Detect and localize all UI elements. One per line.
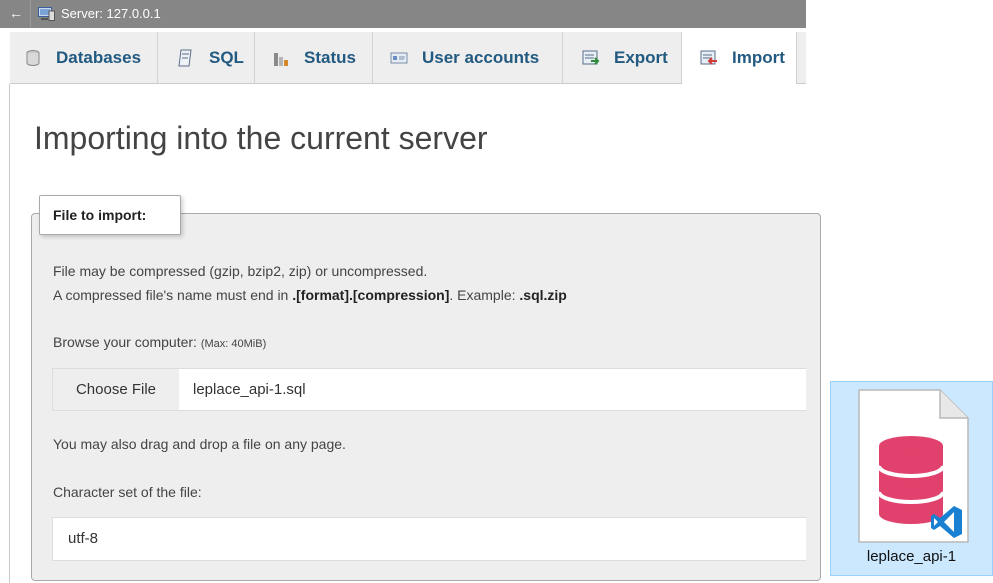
server-icon	[38, 7, 55, 21]
compression-naming-hint: A compressed file's name must end in .[f…	[53, 286, 567, 304]
tab-label: Import	[732, 48, 785, 67]
compression-info: File may be compressed (gzip, bzip2, zip…	[53, 263, 428, 279]
tab-label: Export	[614, 47, 668, 67]
user-accounts-icon	[390, 52, 408, 63]
export-icon	[582, 50, 600, 65]
main-tabs: Databases SQL Status User accounts Expor…	[10, 32, 806, 84]
back-arrow-icon[interactable]: ←	[9, 5, 23, 21]
tab-label: Status	[304, 47, 356, 67]
database-icon	[26, 49, 40, 66]
divider	[9, 84, 10, 583]
tab-import[interactable]: Import	[682, 32, 797, 84]
status-chart-icon	[274, 52, 288, 66]
file-input[interactable]: Choose File leplace_api-1.sql	[52, 368, 806, 411]
tab-export[interactable]: Export	[563, 32, 682, 83]
tab-label: User accounts	[422, 47, 540, 67]
desktop-file-item[interactable]: leplace_api-1	[830, 381, 993, 576]
hint-text: A compressed file's name must end in	[53, 287, 293, 303]
page-title: Importing into the current server	[34, 120, 488, 156]
choose-file-button[interactable]: Choose File	[53, 369, 179, 410]
drag-drop-hint: You may also drag and drop a file on any…	[53, 436, 346, 452]
charset-label: Character set of the file:	[53, 484, 202, 500]
chosen-file-name: leplace_api-1.sql	[193, 381, 306, 398]
hint-text: . Example:	[449, 287, 520, 303]
tab-sql[interactable]: SQL	[158, 32, 255, 83]
example-extension: .sql.zip	[519, 287, 567, 303]
server-breadcrumb-bar: ← Server: 127.0.0.1	[0, 0, 806, 28]
desktop-file-label: leplace_api-1	[866, 548, 957, 565]
tab-status[interactable]: Status	[255, 32, 373, 83]
fieldset-legend: File to import:	[39, 195, 181, 235]
format-pattern: .[format].[compression]	[292, 287, 450, 303]
browse-label: Browse your computer: (Max: 40MiB)	[53, 333, 266, 353]
tab-databases[interactable]: Databases	[10, 32, 158, 83]
browse-label-text: Browse your computer:	[53, 334, 201, 350]
tab-user-accounts[interactable]: User accounts	[373, 32, 563, 83]
divider	[30, 0, 31, 28]
import-icon	[700, 50, 717, 65]
database-file-icon	[858, 389, 969, 543]
charset-select[interactable]: utf-8	[52, 517, 806, 561]
max-size: (Max: 40MiB)	[200, 338, 267, 350]
tab-label: SQL	[209, 47, 244, 67]
server-label[interactable]: Server: 127.0.0.1	[61, 6, 161, 22]
sql-icon	[178, 49, 192, 66]
tab-label: Databases	[56, 47, 142, 67]
